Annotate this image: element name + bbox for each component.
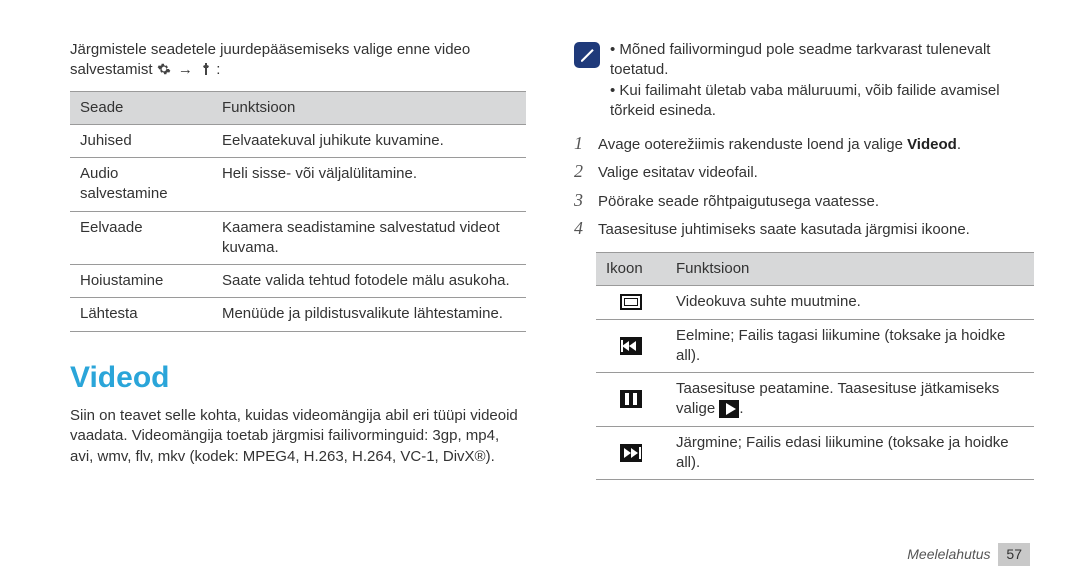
table-row: Juhised Eelvaatekuval juhikute kuvamine. (70, 124, 526, 157)
next-icon (620, 444, 642, 462)
table-row: Videokuva suhte muutmine. (596, 286, 1034, 319)
table-row: Järgmine; Failis edasi liikumine (toksak… (596, 426, 1034, 480)
setting-cell: Juhised (70, 124, 212, 157)
setting-cell: Lähtesta (70, 298, 212, 331)
table-row: Eelmine; Failis tagasi liikumine (toksak… (596, 319, 1034, 373)
setting-cell: Hoiustamine (70, 265, 212, 298)
col-icon-header: Ikoon (596, 253, 666, 286)
col-function-header: Funktsioon (666, 253, 1034, 286)
function-cell: Saate valida tehtud fotodele mälu asukoh… (212, 265, 526, 298)
note-item: Kui failimaht ületab vaba mäluruumi, või… (610, 81, 1030, 122)
function-cell: Menüüde ja pildistusvalikute lähtestamin… (212, 298, 526, 331)
function-cell: Taasesituse peatamine. Taasesituse jätka… (666, 373, 1034, 427)
table-row: Eelvaade Kaamera seadistamine salvestatu… (70, 211, 526, 265)
step-text: Avage ooterežiimis rakenduste loend ja v… (598, 135, 961, 155)
note-box: Mõned failivormingud pole seadme tarkvar… (574, 40, 1030, 121)
note-list: Mõned failivormingud pole seadme tarkvar… (610, 40, 1030, 121)
section-body: Siin on teavet selle kohta, kuidas video… (70, 406, 526, 467)
table-row: Hoiustamine Saate valida tehtud fotodele… (70, 265, 526, 298)
section-title-videod: Videod (70, 358, 526, 399)
settings-table: Seade Funktsioon Juhised Eelvaatekuval j… (70, 91, 526, 332)
step-number: 2 (574, 159, 598, 183)
previous-icon (620, 337, 642, 355)
step: 1 Avage ooterežiimis rakenduste loend ja… (574, 131, 1030, 155)
setting-cell: Eelvaade (70, 211, 212, 265)
function-cell: Videokuva suhte muutmine. (666, 286, 1034, 319)
page-footer: Meelelahutus 57 (907, 543, 1030, 566)
step-text: Taasesituse juhtimiseks saate kasutada j… (598, 220, 970, 240)
table-row: Taasesituse peatamine. Taasesituse jätka… (596, 373, 1034, 427)
step: 3 Pöörake seade rõhtpaigutusega vaatesse… (574, 188, 1030, 212)
table-row: Lähtesta Menüüde ja pildistusvalikute lä… (70, 298, 526, 331)
intro-text: Järgmistele seadetele juurdepääsemiseks … (70, 41, 470, 78)
step-text: Pöörake seade rõhtpaigutusega vaatesse. (598, 192, 879, 212)
step: 2 Valige esitatav videofail. (574, 159, 1030, 183)
function-cell: Heli sisse- või väljalülitamine. (212, 158, 526, 212)
note-icon (574, 42, 600, 68)
col-setting-header: Seade (70, 91, 212, 124)
settings-intro: Järgmistele seadetele juurdepääsemiseks … (70, 40, 526, 81)
setting-cell: Audio salvestamine (70, 158, 212, 212)
play-icon (719, 400, 739, 418)
tool-icon (200, 61, 216, 78)
footer-section: Meelelahutus (907, 546, 990, 562)
step-text: Valige esitatav videofail. (598, 163, 758, 183)
function-cell: Eelvaatekuval juhikute kuvamine. (212, 124, 526, 157)
icon-table: Ikoon Funktsioon Videokuva suhte muutmin… (596, 252, 1034, 480)
gear-icon (157, 61, 175, 78)
function-cell: Järgmine; Failis edasi liikumine (toksak… (666, 426, 1034, 480)
bold-word: Videod (907, 136, 957, 153)
note-item: Mõned failivormingud pole seadme tarkvar… (610, 40, 1030, 81)
page-number: 57 (998, 543, 1030, 566)
icon-cell (596, 286, 666, 319)
icon-cell (596, 319, 666, 373)
arrow-icon: → (178, 60, 193, 80)
step-number: 1 (574, 131, 598, 155)
intro-colon: : (216, 61, 220, 78)
manual-page: Järgmistele seadetele juurdepääsemiseks … (0, 0, 1080, 586)
icon-cell (596, 373, 666, 427)
step: 4 Taasesituse juhtimiseks saate kasutada… (574, 216, 1030, 240)
steps-list: 1 Avage ooterežiimis rakenduste loend ja… (574, 131, 1030, 240)
function-cell: Kaamera seadistamine salvestatud videot … (212, 211, 526, 265)
step-number: 3 (574, 188, 598, 212)
right-column: Mõned failivormingud pole seadme tarkvar… (574, 40, 1030, 566)
table-row: Audio salvestamine Heli sisse- või välja… (70, 158, 526, 212)
left-column: Järgmistele seadetele juurdepääsemiseks … (70, 40, 526, 566)
step-number: 4 (574, 216, 598, 240)
pause-icon (620, 390, 642, 408)
icon-cell (596, 426, 666, 480)
function-cell: Eelmine; Failis tagasi liikumine (toksak… (666, 319, 1034, 373)
col-function-header: Funktsioon (212, 91, 526, 124)
aspect-ratio-icon (620, 294, 642, 310)
